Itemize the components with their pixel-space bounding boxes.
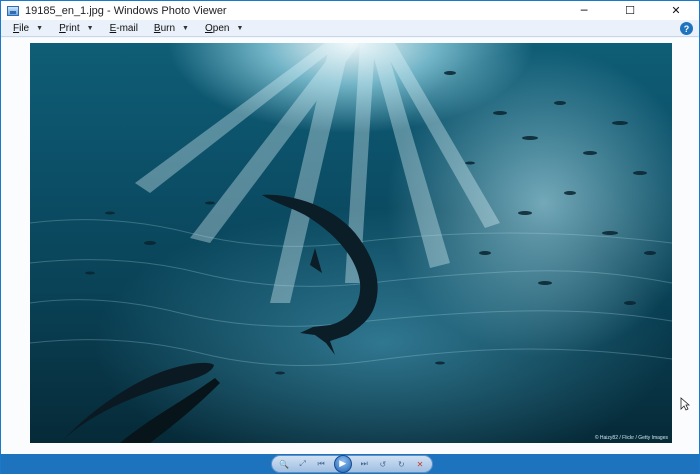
navigation-controls: 🔍 ⤢ ⏮ ▶ ⏭ ↺ ↻ ✕	[271, 455, 433, 473]
rotate-counterclockwise-icon[interactable]: ↺	[377, 458, 389, 470]
menu-burn[interactable]: Burn ▼	[150, 21, 193, 36]
help-button[interactable]: ?	[680, 22, 693, 35]
menu-print-accelerator: P	[59, 22, 66, 34]
close-button[interactable]: ✕	[653, 1, 699, 20]
image-viewer-area[interactable]: © Haizy82 / Flickr / Getty Images	[1, 38, 699, 454]
menu-email[interactable]: E -mail	[106, 21, 142, 36]
menu-burn-accelerator: B	[153, 22, 161, 34]
slideshow-button[interactable]: ▶	[333, 455, 352, 473]
menu-burn-label: urn	[160, 22, 176, 34]
menu-print-label: rint	[65, 22, 80, 34]
underwater-dolphin-photo	[30, 43, 672, 443]
chevron-down-icon: ▼	[236, 24, 244, 32]
menu-file[interactable]: File ▼	[9, 21, 47, 36]
chevron-down-icon: ▼	[86, 24, 94, 32]
photo-credit: © Haizy82 / Flickr / Getty Images	[594, 435, 668, 441]
displayed-photo[interactable]: © Haizy82 / Flickr / Getty Images	[30, 43, 672, 443]
menu-open-accelerator: O	[204, 22, 213, 34]
window-title: 19185_en_1.jpg - Windows Photo Viewer	[25, 4, 227, 17]
menu-open[interactable]: Open ▼	[201, 21, 247, 36]
minimize-button[interactable]: ─	[561, 1, 607, 20]
rotate-clockwise-icon[interactable]: ↻	[395, 458, 407, 470]
maximize-button[interactable]: ☐	[607, 1, 653, 20]
photo-viewer-window: 19185_en_1.jpg - Windows Photo Viewer ─ …	[0, 0, 700, 474]
window-controls: ─ ☐ ✕	[561, 1, 699, 20]
actual-size-icon[interactable]: ⤢	[297, 458, 309, 470]
zoom-icon[interactable]: 🔍	[278, 458, 290, 470]
mouse-cursor-icon	[680, 397, 690, 411]
chevron-down-icon: ▼	[36, 24, 44, 32]
bottom-toolbar: 🔍 ⤢ ⏮ ▶ ⏭ ↺ ↻ ✕	[1, 454, 699, 474]
photo-viewer-icon	[7, 5, 19, 16]
title-bar[interactable]: 19185_en_1.jpg - Windows Photo Viewer ─ …	[1, 1, 699, 20]
previous-icon[interactable]: ⏮	[315, 458, 327, 470]
delete-icon[interactable]: ✕	[414, 458, 426, 470]
menu-file-label: ile	[19, 22, 30, 34]
chevron-down-icon: ▼	[182, 24, 189, 32]
menu-email-label: -mail	[116, 22, 138, 34]
menu-email-accelerator: E	[109, 22, 117, 34]
menu-print[interactable]: Print ▼	[55, 21, 98, 36]
menu-bar: File ▼ Print ▼ E -mail Burn ▼ Open ▼ ?	[1, 20, 699, 37]
next-icon[interactable]: ⏭	[358, 458, 370, 470]
menu-open-label: pen	[212, 22, 230, 34]
